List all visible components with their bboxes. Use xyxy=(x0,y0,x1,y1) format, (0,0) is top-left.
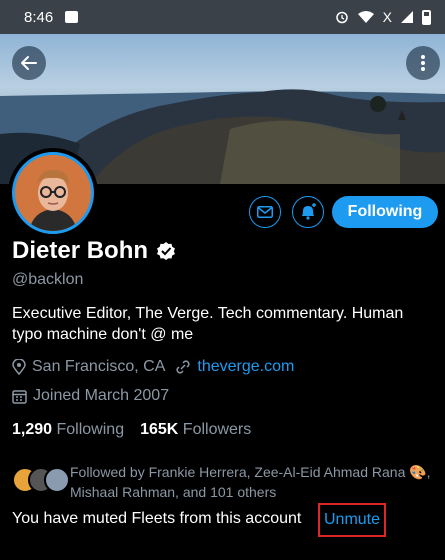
vertical-dots-icon xyxy=(421,55,425,71)
back-arrow-icon xyxy=(21,56,37,70)
signal-icon xyxy=(401,11,413,23)
joined-row: Joined March 2007 xyxy=(12,387,169,405)
calendar-icon xyxy=(12,389,27,404)
followers-count-link[interactable]: 165K Followers xyxy=(140,421,251,439)
display-name: Dieter Bohn xyxy=(12,237,149,264)
profile-bio: Executive Editor, The Verge. Tech commen… xyxy=(12,305,404,343)
unmute-button[interactable]: Unmute xyxy=(318,503,386,537)
alarm-icon xyxy=(335,11,348,24)
battery-icon xyxy=(422,9,431,25)
link-icon xyxy=(176,360,190,374)
status-icons: X xyxy=(335,9,431,25)
signal-x-label: X xyxy=(382,9,392,25)
avatar-photo xyxy=(15,155,91,231)
profile-avatar[interactable] xyxy=(8,148,98,238)
mutual-followers-avatars[interactable] xyxy=(12,467,70,495)
user-handle: @backlon xyxy=(12,271,84,288)
message-button[interactable] xyxy=(249,196,281,228)
muted-fleets-text: You have muted Fleets from this account xyxy=(12,510,302,527)
following-label: Following xyxy=(56,421,125,438)
followers-label: Followers xyxy=(182,421,252,438)
website-link[interactable]: theverge.com xyxy=(197,358,294,376)
following-count: 1,290 xyxy=(12,421,53,438)
location-text: San Francisco, CA xyxy=(32,358,166,375)
location-pin-icon xyxy=(12,359,26,375)
wifi-icon xyxy=(357,11,374,23)
followers-count: 165K xyxy=(140,421,179,438)
status-time: 8:46 xyxy=(24,8,54,26)
gallery-icon xyxy=(65,11,79,23)
more-options-button[interactable] xyxy=(406,46,440,80)
location-row: San Francisco, CA theverge.com xyxy=(12,358,294,376)
following-button[interactable]: Following xyxy=(332,196,438,228)
followed-by-text[interactable]: Followed by Frankie Herrera, Zee-Al-Eid … xyxy=(70,462,440,502)
avatar xyxy=(44,467,70,493)
status-bar: 8:46 X xyxy=(0,0,445,34)
verified-badge-icon xyxy=(157,242,176,260)
envelope-icon xyxy=(257,206,273,218)
following-count-link[interactable]: 1,290 Following xyxy=(12,421,124,439)
joined-text: Joined March 2007 xyxy=(33,387,170,404)
follow-counts: 1,290 Following 165K Followers xyxy=(12,421,251,439)
bell-plus-icon xyxy=(302,203,316,220)
back-button[interactable] xyxy=(12,46,46,80)
notifications-button[interactable] xyxy=(292,196,324,228)
name-row: Dieter Bohn xyxy=(12,237,176,265)
avatar-face xyxy=(15,155,91,231)
